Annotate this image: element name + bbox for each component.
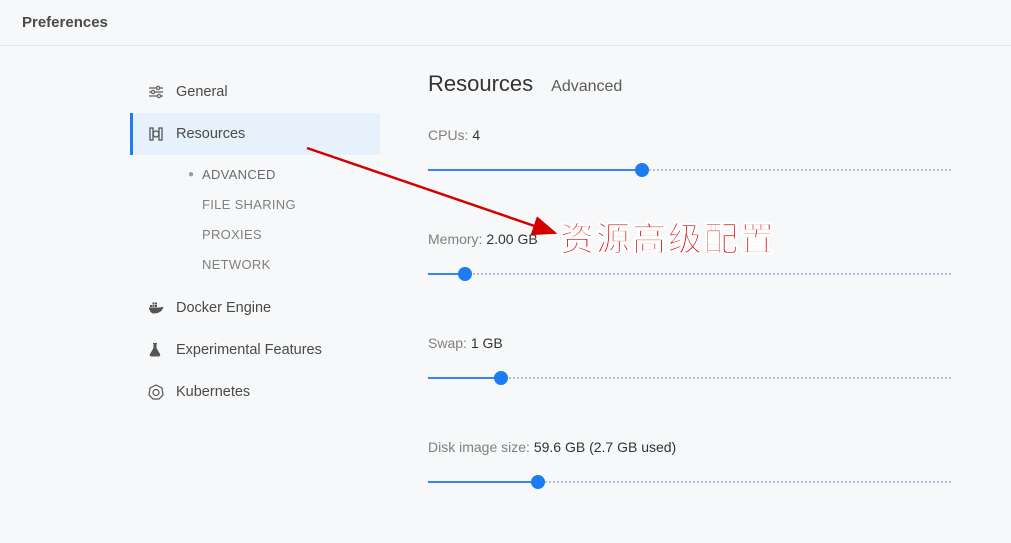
sidebar: General Resources ● ADVANCED FILE SHARIN… [0, 71, 380, 543]
memory-slider[interactable] [428, 273, 951, 277]
setting-name: Disk image size: [428, 439, 530, 455]
slider-thumb[interactable] [531, 475, 545, 489]
setting-label: CPUs: 4 [428, 127, 951, 143]
setting-name: Memory: [428, 231, 482, 247]
sidebar-item-docker[interactable]: Docker Engine [130, 287, 380, 329]
sidebar-item-label: Experimental Features [176, 342, 322, 358]
setting-name: Swap: [428, 335, 467, 351]
setting-label: Disk image size: 59.6 GB (2.7 GB used) [428, 439, 951, 455]
resources-icon [148, 126, 176, 142]
slider-thumb[interactable] [494, 371, 508, 385]
disk-slider[interactable] [428, 481, 951, 485]
setting-disk: Disk image size: 59.6 GB (2.7 GB used) [428, 439, 951, 485]
slider-fill [428, 481, 538, 483]
slider-fill [428, 377, 501, 379]
sidebar-item-kubernetes[interactable]: Kubernetes [130, 371, 380, 413]
sidebar-subitem-label: PROXIES [202, 227, 262, 242]
sidebar-item-label: Resources [176, 126, 245, 142]
page-section: Advanced [551, 78, 622, 96]
sidebar-subitem-label: NETWORK [202, 257, 271, 272]
cpus-slider[interactable] [428, 169, 951, 173]
sidebar-item-general[interactable]: General [130, 71, 380, 113]
annotation-text: 资源高级配置 [560, 212, 776, 261]
header-title: Preferences [22, 14, 989, 31]
main-panel: Resources Advanced CPUs: 4 Memory: 2.00 … [380, 71, 1011, 543]
sidebar-item-experimental[interactable]: Experimental Features [130, 329, 380, 371]
kubernetes-icon [148, 384, 176, 400]
page-title: Resources [428, 71, 533, 97]
sidebar-subitem-label: FILE SHARING [202, 197, 296, 212]
flask-icon [148, 342, 176, 358]
sidebar-subitem-filesharing[interactable]: FILE SHARING [188, 189, 380, 219]
setting-value: 4 [472, 127, 480, 143]
sidebar-item-label: Kubernetes [176, 384, 250, 400]
setting-value: 1 GB [471, 335, 503, 351]
sidebar-subitem-network[interactable]: NETWORK [188, 249, 380, 279]
slider-track [428, 273, 951, 275]
sidebar-subitem-label: ADVANCED [202, 167, 276, 182]
sidebar-subitem-proxies[interactable]: PROXIES [188, 219, 380, 249]
sidebar-item-label: Docker Engine [176, 300, 271, 316]
sidebar-subitem-advanced[interactable]: ● ADVANCED [188, 159, 380, 189]
header: Preferences [0, 0, 1011, 46]
sidebar-item-resources[interactable]: Resources [130, 113, 380, 155]
sliders-icon [148, 84, 176, 100]
swap-slider[interactable] [428, 377, 951, 381]
setting-cpus: CPUs: 4 [428, 127, 951, 173]
setting-value: 2.00 GB [486, 231, 537, 247]
setting-swap: Swap: 1 GB [428, 335, 951, 381]
bullet-icon: ● [188, 169, 202, 180]
slider-fill [428, 169, 642, 171]
setting-label: Swap: 1 GB [428, 335, 951, 351]
setting-name: CPUs: [428, 127, 468, 143]
docker-icon [148, 301, 176, 315]
resources-submenu: ● ADVANCED FILE SHARING PROXIES NETWORK [130, 155, 380, 287]
slider-thumb[interactable] [458, 267, 472, 281]
slider-thumb[interactable] [635, 163, 649, 177]
sidebar-item-label: General [176, 84, 228, 100]
setting-value: 59.6 GB (2.7 GB used) [534, 439, 676, 455]
